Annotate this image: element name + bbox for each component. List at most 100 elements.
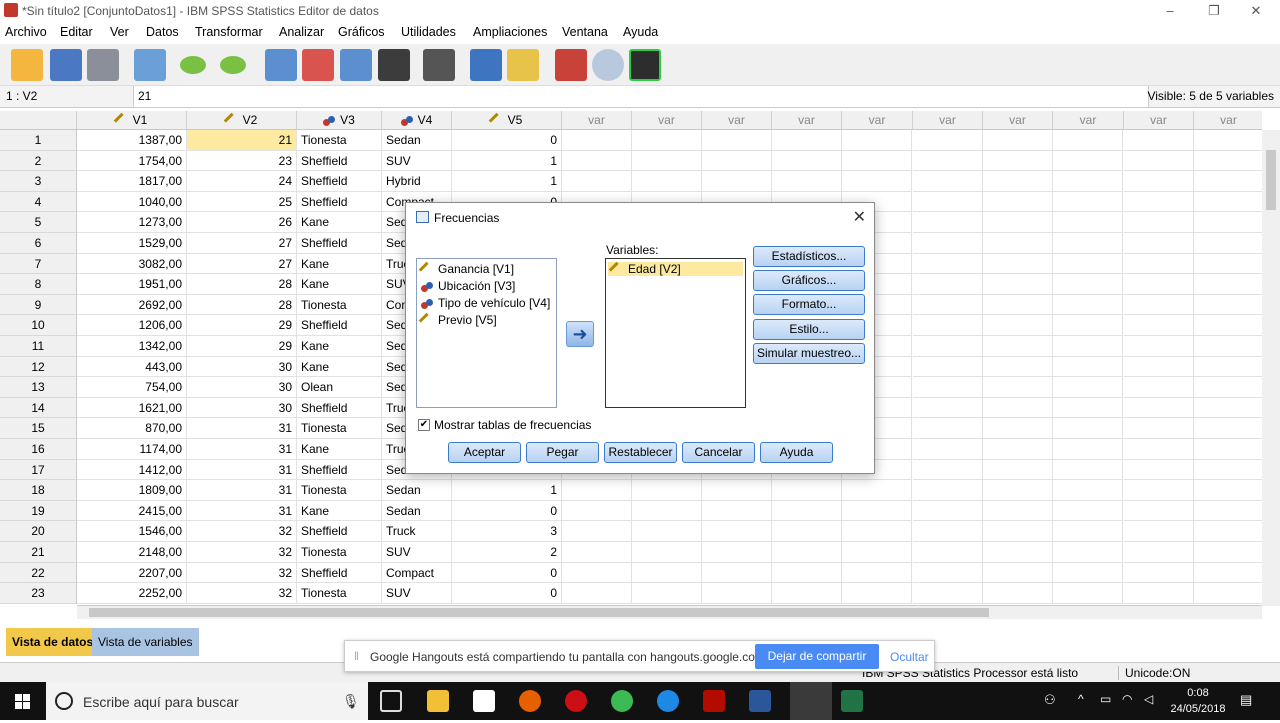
- col-header-v3[interactable]: V3: [297, 111, 382, 130]
- empty-cell[interactable]: [1194, 151, 1262, 172]
- empty-cell[interactable]: [913, 562, 983, 584]
- empty-cell[interactable]: [1124, 315, 1194, 336]
- empty-cell[interactable]: [562, 542, 632, 563]
- row-header[interactable]: 2: [0, 150, 77, 172]
- empty-cell[interactable]: [1124, 583, 1194, 604]
- drag-handle-icon[interactable]: ‖: [354, 649, 359, 663]
- spss-taskbar-icon[interactable]: [790, 682, 832, 720]
- row-header[interactable]: 17: [0, 459, 77, 481]
- empty-cell[interactable]: [983, 480, 1053, 501]
- table-cell[interactable]: 29: [187, 315, 297, 336]
- empty-cell[interactable]: [562, 562, 632, 584]
- row-header[interactable]: 6: [0, 233, 77, 254]
- col-header-v5[interactable]: V5: [452, 111, 562, 130]
- row-header[interactable]: 15: [0, 418, 77, 439]
- table-cell[interactable]: 0: [452, 583, 562, 604]
- empty-cell[interactable]: [913, 397, 983, 419]
- menu-editar[interactable]: Editar: [60, 25, 93, 39]
- empty-cell[interactable]: [1194, 480, 1262, 501]
- charts-button[interactable]: Gráficos...: [753, 270, 865, 291]
- edge-icon[interactable]: [657, 690, 679, 712]
- empty-cell[interactable]: [1124, 130, 1194, 151]
- table-cell[interactable]: 30: [187, 377, 297, 398]
- variables-icon[interactable]: [340, 49, 372, 81]
- empty-cell[interactable]: [1053, 336, 1123, 357]
- row-header[interactable]: 23: [0, 583, 77, 604]
- empty-cell[interactable]: [1194, 336, 1262, 357]
- use-sets-icon[interactable]: [592, 49, 624, 81]
- table-cell[interactable]: Sheffield: [297, 233, 382, 254]
- empty-cell[interactable]: [772, 130, 842, 151]
- empty-cell[interactable]: [913, 521, 983, 542]
- empty-cell[interactable]: [913, 191, 983, 213]
- empty-cell[interactable]: [1124, 521, 1194, 542]
- empty-cell[interactable]: [983, 336, 1053, 357]
- col-header-var[interactable]: var: [1124, 111, 1194, 130]
- row-header[interactable]: 7: [0, 253, 77, 275]
- table-cell[interactable]: Truck: [382, 521, 452, 542]
- run-descriptives-icon[interactable]: [378, 49, 410, 81]
- empty-cell[interactable]: [562, 130, 632, 151]
- empty-cell[interactable]: [913, 356, 983, 378]
- row-header[interactable]: 10: [0, 315, 77, 336]
- empty-cell[interactable]: [983, 418, 1053, 439]
- empty-cell[interactable]: [913, 583, 983, 604]
- empty-cell[interactable]: [1053, 253, 1123, 275]
- table-cell[interactable]: 0: [452, 130, 562, 151]
- empty-cell[interactable]: [1194, 171, 1262, 192]
- empty-cell[interactable]: [913, 274, 983, 295]
- empty-cell[interactable]: [1053, 130, 1123, 151]
- empty-cell[interactable]: [1124, 459, 1194, 481]
- menu-utilidades[interactable]: Utilidades: [401, 25, 456, 39]
- horizontal-scroll-thumb[interactable]: [89, 608, 989, 617]
- row-header[interactable]: 13: [0, 377, 77, 398]
- ok-button[interactable]: Aceptar: [448, 442, 521, 463]
- cancel-button[interactable]: Cancelar: [682, 442, 755, 463]
- empty-cell[interactable]: [983, 500, 1053, 522]
- table-cell[interactable]: 30: [187, 356, 297, 378]
- table-cell[interactable]: 27: [187, 233, 297, 254]
- empty-cell[interactable]: [1053, 377, 1123, 398]
- empty-cell[interactable]: [1124, 439, 1194, 460]
- empty-cell[interactable]: [983, 274, 1053, 295]
- menu-ventana[interactable]: Ventana: [562, 25, 608, 39]
- col-header-var[interactable]: var: [632, 111, 702, 130]
- help-button[interactable]: Ayuda: [760, 442, 833, 463]
- table-cell[interactable]: 30: [187, 397, 297, 419]
- col-header-var[interactable]: var: [1194, 111, 1262, 130]
- table-cell[interactable]: 1809,00: [77, 480, 187, 501]
- empty-cell[interactable]: [913, 294, 983, 316]
- dialog-recall-icon[interactable]: [134, 49, 166, 81]
- empty-cell[interactable]: [983, 459, 1053, 481]
- table-cell[interactable]: 31: [187, 480, 297, 501]
- open-icon[interactable]: [11, 49, 43, 81]
- table-cell[interactable]: Olean: [297, 377, 382, 398]
- empty-cell[interactable]: [1053, 191, 1123, 213]
- table-cell[interactable]: 26: [187, 212, 297, 233]
- empty-cell[interactable]: [1053, 233, 1123, 254]
- menu-ver[interactable]: Ver: [110, 25, 129, 39]
- menu-transformar[interactable]: Transformar: [195, 25, 263, 39]
- empty-cell[interactable]: [772, 500, 842, 522]
- menu-datos[interactable]: Datos: [146, 25, 179, 39]
- empty-cell[interactable]: [842, 542, 912, 563]
- list-item[interactable]: Tipo de vehículo [V4]: [421, 296, 550, 310]
- table-cell[interactable]: 2692,00: [77, 294, 187, 316]
- empty-cell[interactable]: [913, 542, 983, 563]
- menu-analizar[interactable]: Analizar: [279, 25, 324, 39]
- empty-cell[interactable]: [983, 150, 1053, 172]
- empty-cell[interactable]: [913, 130, 983, 151]
- menu-ayuda[interactable]: Ayuda: [623, 25, 658, 39]
- col-header-var[interactable]: var: [983, 111, 1053, 130]
- empty-cell[interactable]: [562, 171, 632, 192]
- table-cell[interactable]: 2: [452, 542, 562, 563]
- table-cell[interactable]: Sheffield: [297, 150, 382, 172]
- empty-cell[interactable]: [772, 521, 842, 542]
- table-cell[interactable]: Kane: [297, 500, 382, 522]
- empty-cell[interactable]: [1124, 191, 1194, 213]
- save-icon[interactable]: [50, 49, 82, 81]
- empty-cell[interactable]: [1124, 418, 1194, 439]
- table-cell[interactable]: 29: [187, 336, 297, 357]
- empty-cell[interactable]: [632, 130, 702, 151]
- table-cell[interactable]: 28: [187, 274, 297, 295]
